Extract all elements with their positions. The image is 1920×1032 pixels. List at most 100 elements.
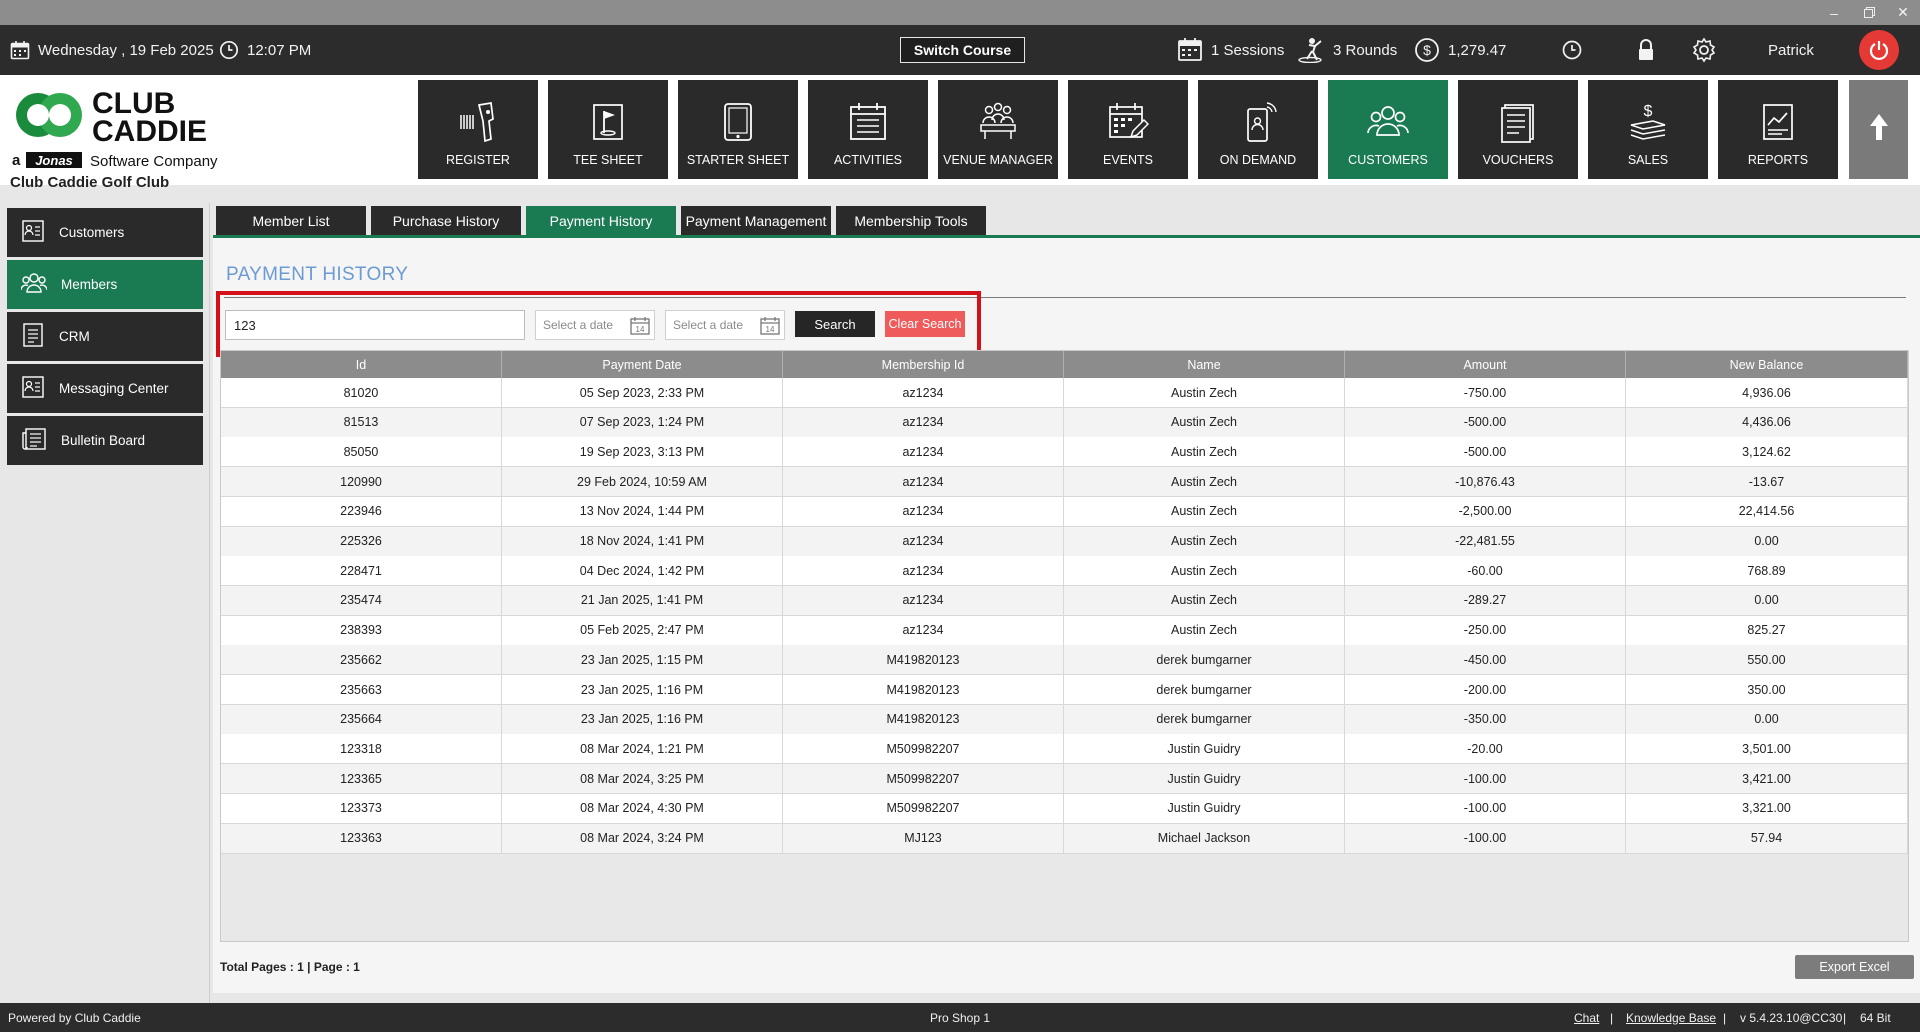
cell-name: Austin Zech [1064, 526, 1345, 556]
cell-name: Austin Zech [1064, 467, 1345, 497]
window-titlebar: – ✕ [0, 0, 1920, 25]
sidebar-item-crm[interactable]: CRM [7, 312, 203, 361]
tablet-icon [717, 101, 759, 143]
table-row[interactable]: 238393 05 Feb 2025, 2:47 PM az1234 Austin Z… [221, 615, 1908, 646]
cell-id: 238393 [221, 615, 502, 645]
nav-starter-sheet-button[interactable]: STARTER SHEET [678, 80, 798, 179]
table-row[interactable]: 228471 04 Dec 2024, 1:42 PM az1234 Austin Z… [221, 556, 1908, 587]
cell-payment-date: 13 Nov 2024, 1:44 PM [502, 496, 783, 526]
cell-payment-date: 08 Mar 2024, 1:21 PM [502, 734, 783, 764]
table-row[interactable]: 123363 08 Mar 2024, 3:24 PM MJ123 Michael J… [221, 823, 1908, 854]
cell-id: 228471 [221, 556, 502, 586]
sidebar-item-customers[interactable]: Customers [7, 208, 203, 257]
tab-member-list[interactable]: Member List [216, 206, 366, 235]
lock-icon[interactable] [1636, 25, 1656, 75]
sidebar-item-messaging-center[interactable]: Messaging Center [7, 364, 203, 413]
document-icon [1497, 101, 1539, 143]
location-text: Pro Shop 1 [930, 1010, 991, 1025]
cell-membership-id: M419820123 [783, 704, 1064, 734]
nav-label: REGISTER [446, 153, 510, 167]
table-row[interactable]: 235662 23 Jan 2025, 1:15 PM M419820123 dere… [221, 645, 1908, 676]
knowledge-base-link[interactable]: Knowledge Base [1626, 1003, 1716, 1032]
nav-on-demand-button[interactable]: ON DEMAND [1198, 80, 1318, 179]
minimize-icon[interactable]: – [1817, 0, 1851, 25]
tab-payment-management[interactable]: Payment Management [681, 206, 831, 235]
sessions-display[interactable]: 1 Sessions [1177, 25, 1284, 75]
cell-id: 81020 [221, 378, 502, 407]
table-row[interactable]: 225326 18 Nov 2024, 1:41 PM az1234 Austin Z… [221, 526, 1908, 557]
table-row[interactable]: 81020 05 Sep 2023, 2:33 PM az1234 Austin Ze… [221, 378, 1908, 408]
table-row[interactable]: 235664 23 Jan 2025, 1:16 PM M419820123 dere… [221, 704, 1908, 735]
nav-activities-button[interactable]: ACTIVITIES [808, 80, 928, 179]
cell-id: 235662 [221, 645, 502, 675]
balance-display[interactable]: $ 1,279.47 [1414, 25, 1506, 75]
nav-customers-button[interactable]: CUSTOMERS [1328, 80, 1448, 179]
column-header-amount[interactable]: Amount [1345, 351, 1626, 378]
table-row[interactable]: 123373 08 Mar 2024, 4:30 PM M509982207 Just… [221, 793, 1908, 824]
cell-payment-date: 21 Jan 2025, 1:41 PM [502, 585, 783, 615]
svg-text:$: $ [1644, 103, 1653, 120]
restore-icon[interactable] [1852, 0, 1886, 25]
user-name[interactable]: Patrick [1768, 25, 1814, 75]
cell-id: 235474 [221, 585, 502, 615]
cell-membership-id: M509982207 [783, 793, 1064, 823]
cell-payment-date: 05 Sep 2023, 2:33 PM [502, 378, 783, 407]
tab-purchase-history[interactable]: Purchase History [371, 206, 521, 235]
table-row[interactable]: 81513 07 Sep 2023, 1:24 PM az1234 Austin Ze… [221, 407, 1908, 438]
document-list-icon [21, 323, 45, 350]
cell-new-balance: 350.00 [1626, 675, 1908, 704]
chat-link[interactable]: Chat [1574, 1003, 1599, 1032]
cell-new-balance: 0.00 [1626, 526, 1908, 556]
users-icon [20, 271, 48, 298]
column-header-name[interactable]: Name [1064, 351, 1345, 378]
nav-venue-manager-button[interactable]: VENUE MANAGER [938, 80, 1058, 179]
cell-id: 81513 [221, 407, 502, 437]
scroll-up-button[interactable] [1849, 80, 1908, 179]
power-icon [1868, 39, 1890, 61]
nav-reports-button[interactable]: REPORTS [1718, 80, 1838, 179]
cell-name: Austin Zech [1064, 407, 1345, 437]
svg-text:Software Company: Software Company [90, 153, 218, 170]
cell-new-balance: 22,414.56 [1626, 496, 1908, 526]
export-excel-button[interactable]: Export Excel [1795, 955, 1914, 979]
tab-membership-tools[interactable]: Membership Tools [836, 206, 986, 235]
cell-membership-id: az1234 [783, 407, 1064, 437]
table-row[interactable]: 223946 13 Nov 2024, 1:44 PM az1234 Austin Z… [221, 496, 1908, 527]
rounds-display[interactable]: 3 Rounds [1297, 25, 1397, 75]
table-row[interactable]: 123365 08 Mar 2024, 3:25 PM M509982207 Just… [221, 764, 1908, 795]
cell-new-balance: 0.00 [1626, 585, 1908, 615]
sidebar-item-members[interactable]: Members [7, 260, 203, 309]
switch-course-button[interactable]: Switch Course [900, 37, 1025, 63]
nav-tee-sheet-button[interactable]: TEE SHEET [548, 80, 668, 179]
sidebar-item-label: CRM [59, 329, 90, 344]
nav-register-button[interactable]: REGISTER [418, 80, 538, 179]
cell-id: 235663 [221, 675, 502, 704]
table-row[interactable]: 85050 19 Sep 2023, 3:13 PM az1234 Austin Ze… [221, 437, 1908, 468]
cell-id: 235664 [221, 704, 502, 734]
nav-events-button[interactable]: EVENTS [1068, 80, 1188, 179]
column-header-new-balance[interactable]: New Balance [1626, 351, 1908, 378]
close-icon[interactable]: ✕ [1886, 0, 1920, 25]
column-header-payment-date[interactable]: Payment Date [502, 351, 783, 378]
gear-icon[interactable] [1691, 25, 1717, 75]
table-row[interactable]: 235474 21 Jan 2025, 1:41 PM az1234 Austin Z… [221, 585, 1908, 616]
table-row[interactable]: 235663 23 Jan 2025, 1:16 PM M419820123 dere… [221, 675, 1908, 705]
table-row[interactable]: 123318 08 Mar 2024, 1:21 PM M509982207 Just… [221, 734, 1908, 765]
bulletin-icon [21, 427, 47, 454]
history-icon[interactable] [1561, 25, 1583, 75]
table-row[interactable]: 120990 29 Feb 2024, 10:59 AM az1234 Austin … [221, 467, 1908, 498]
cell-id: 120990 [221, 467, 502, 497]
cell-name: Austin Zech [1064, 556, 1345, 586]
nav-vouchers-button[interactable]: VOUCHERS [1458, 80, 1578, 179]
nav-sales-button[interactable]: $ SALES [1588, 80, 1708, 179]
sidebar-item-bulletin-board[interactable]: Bulletin Board [7, 416, 203, 465]
column-header-id[interactable]: Id [221, 351, 502, 378]
cell-amount: -2,500.00 [1345, 496, 1626, 526]
power-button[interactable] [1859, 30, 1899, 70]
table-header: Id Payment Date Membership Id Name Amoun… [221, 351, 1908, 378]
footer-separator: | [1610, 1010, 1614, 1025]
tab-payment-history[interactable]: Payment History [526, 206, 676, 235]
column-header-membership-id[interactable]: Membership Id [783, 351, 1064, 378]
cell-new-balance: 3,124.62 [1626, 437, 1908, 467]
cell-new-balance: 3,501.00 [1626, 734, 1908, 764]
